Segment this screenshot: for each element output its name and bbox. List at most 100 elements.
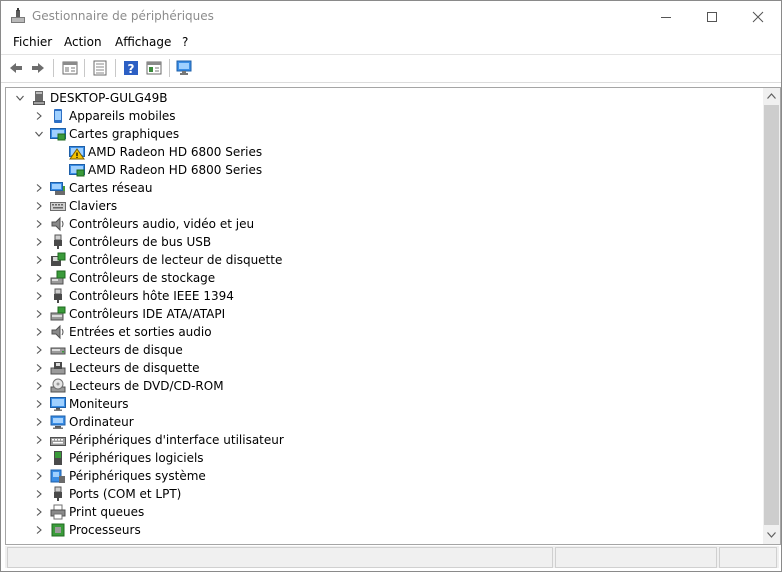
expand-chevron-icon[interactable] [31,107,47,125]
expand-chevron-icon[interactable] [31,341,47,359]
close-icon [752,11,764,22]
tree-node-label: Ports (COM et LPT) [69,487,182,501]
status-pane-tertiary [719,547,777,568]
device-tree[interactable]: DESKTOP-GULG49B Appareils mobiles Cartes g… [5,87,781,545]
title-bar[interactable]: Gestionnaire de périphériques [1,1,781,32]
scroll-up-icon[interactable] [767,93,776,99]
menu-bar: Fichier Action Affichage ? [1,32,781,53]
category-node[interactable]: Contrôleurs hôte IEEE 1394 [31,287,234,305]
expand-chevron-icon[interactable] [31,395,47,413]
tree-node-label: Print queues [69,505,145,519]
window-title: Gestionnaire de périphériques [32,9,214,23]
tree-node-root[interactable]: DESKTOP-GULG49B [12,89,167,107]
category-node[interactable]: Lecteurs de disque [31,341,183,359]
expand-chevron-icon[interactable] [31,305,47,323]
device-node[interactable]: AMD Radeon HD 6800 Series [50,161,262,179]
expand-chevron-icon[interactable] [31,215,47,233]
category-node[interactable]: Cartes graphiques [31,125,179,143]
expand-chevron-icon[interactable] [31,485,47,503]
toolbar-separator [84,59,85,77]
minimize-button[interactable] [643,1,689,32]
tree-node-label: Cartes réseau [69,181,153,195]
category-node[interactable]: Périphériques système [31,467,206,485]
monitor-scan-icon [176,60,192,75]
expand-chevron-icon[interactable] [31,521,47,539]
tree-node-label: Lecteurs de DVD/CD-ROM [69,379,224,393]
menu-action[interactable]: Action [64,35,102,49]
back-button[interactable] [6,58,26,78]
collapse-chevron-icon[interactable] [12,89,28,107]
menu-help[interactable]: ? [182,35,188,49]
expand-chevron-icon[interactable] [31,431,47,449]
expand-chevron-icon[interactable] [31,323,47,341]
device-node[interactable]: AMD Radeon HD 6800 Series [50,143,262,161]
details-view-button[interactable] [90,58,110,78]
storage-controller-icon [50,270,66,285]
category-node[interactable]: Lecteurs de DVD/CD-ROM [31,377,224,395]
expand-chevron-icon[interactable] [31,503,47,521]
minimize-icon [661,16,671,18]
back-arrow-icon [10,63,22,73]
category-node[interactable]: Moniteurs [31,395,129,413]
close-button[interactable] [735,1,781,32]
maximize-button[interactable] [689,1,735,32]
forward-arrow-icon [32,63,44,73]
vertical-scrollbar[interactable] [763,88,780,544]
category-node[interactable]: Contrôleurs de bus USB [31,233,211,251]
tree-node-label: Contrôleurs hôte IEEE 1394 [69,289,234,303]
expand-chevron-icon[interactable] [31,179,47,197]
category-node[interactable]: Entrées et sorties audio [31,323,212,341]
expand-chevron-icon[interactable] [31,233,47,251]
category-node[interactable]: Processeurs [31,521,141,539]
tree-node-label: DESKTOP-GULG49B [50,91,168,105]
category-node[interactable]: Appareils mobiles [31,107,176,125]
tree-node-label: Moniteurs [69,397,129,411]
category-node[interactable]: Périphériques d'interface utilisateur [31,431,284,449]
expand-chevron-icon[interactable] [31,377,47,395]
forward-button[interactable] [28,58,48,78]
scan-hardware-button[interactable] [175,58,195,78]
display-adapter-icon [50,128,66,141]
scroll-down-icon[interactable] [767,532,776,538]
expand-chevron-icon[interactable] [31,287,47,305]
computer-icon [50,415,66,429]
details-list-icon [93,60,107,76]
menu-affichage[interactable]: Affichage [115,35,171,49]
scrollbar-thumb[interactable] [764,105,779,525]
category-node[interactable]: Contrôleurs de lecteur de disquette [31,251,282,269]
category-node[interactable]: Périphériques logiciels [31,449,204,467]
tree-node-label: Claviers [69,199,118,213]
category-node[interactable]: Lecteurs de disquette [31,359,200,377]
printer-icon [50,504,66,520]
toolbar-separator [115,59,116,77]
dvd-drive-icon [50,378,66,393]
hid-keyboard-icon [50,437,66,446]
expand-chevron-icon[interactable] [31,251,47,269]
menu-fichier[interactable]: Fichier [13,35,52,49]
category-node[interactable]: Contrôleurs IDE ATA/ATAPI [31,305,225,323]
device-manager-app-icon [11,8,25,23]
category-node[interactable]: Cartes réseau [31,179,152,197]
expand-chevron-icon[interactable] [31,467,47,485]
expand-chevron-icon[interactable] [31,197,47,215]
category-node[interactable]: Contrôleurs audio, vidéo et jeu [31,215,254,233]
category-node[interactable]: Print queues [31,503,144,521]
collapse-chevron-icon[interactable] [31,125,47,143]
category-node[interactable]: Contrôleurs de stockage [31,269,215,287]
panel-view-button[interactable] [144,58,164,78]
category-node[interactable]: Ordinateur [31,413,134,431]
expand-chevron-icon[interactable] [31,359,47,377]
category-node[interactable]: Ports (COM et LPT) [31,485,181,503]
status-pane-main [7,547,553,568]
tree-node-label: Ordinateur [69,415,134,429]
expand-chevron-icon[interactable] [31,269,47,287]
tree-node-label: Contrôleurs de bus USB [69,235,212,249]
help-button[interactable]: ? [121,58,141,78]
expand-chevron-icon[interactable] [31,449,47,467]
expand-chevron-icon[interactable] [31,413,47,431]
properties-view-button[interactable] [60,58,80,78]
network-adapter-icon [50,182,65,195]
keyboard-icon [50,202,66,211]
speaker-icon [51,324,64,340]
category-node[interactable]: Claviers [31,197,117,215]
